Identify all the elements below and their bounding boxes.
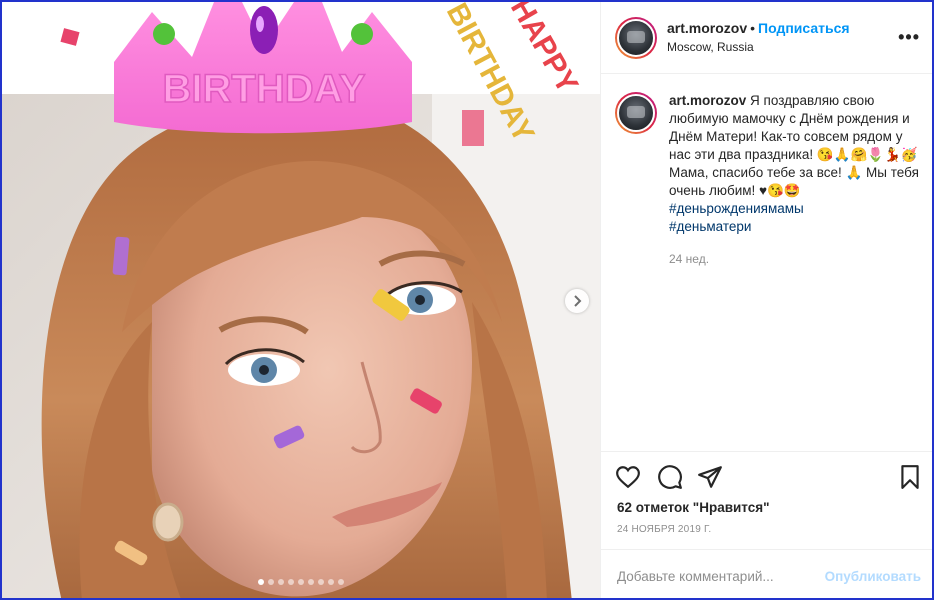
carousel-dot <box>338 579 344 585</box>
post-side-panel: art.morozov • Подписаться Moscow, Russia •… <box>600 2 932 598</box>
avatar[interactable] <box>615 16 657 59</box>
caption-body: art.morozov Я поздравляю свою любимую ма… <box>669 92 921 268</box>
carousel-dot <box>278 579 284 585</box>
hashtag-link[interactable]: #деньрождениямамы <box>669 200 921 218</box>
carousel-indicator <box>2 579 600 585</box>
action-bar <box>601 452 932 504</box>
engagement-section: 62 отметок "Нравится" 24 НОЯБРЯ 2019 Г. <box>601 451 932 535</box>
carousel-dot <box>268 579 274 585</box>
publish-button[interactable]: Опубликовать <box>825 569 921 584</box>
paper-plane-icon[interactable] <box>697 464 723 490</box>
hashtag-link[interactable]: #деньматери <box>669 218 921 236</box>
next-slide-button[interactable] <box>565 289 589 313</box>
caption-avatar[interactable] <box>615 92 657 134</box>
username-link[interactable]: art.morozov <box>667 20 747 36</box>
caption-text: Я поздравляю свою любимую мамочку с Днём… <box>669 93 919 198</box>
instagram-post-window: BIRTHDAY HAPPY BIRTHDAY art.morozov • Подп… <box>0 0 934 600</box>
more-options-icon[interactable]: ••• <box>898 28 920 46</box>
carousel-dot <box>308 579 314 585</box>
carousel-dot <box>258 579 264 585</box>
location-link[interactable]: Moscow, Russia <box>667 40 850 55</box>
post-caption: art.morozov Я поздравляю свою любимую ма… <box>615 92 925 268</box>
carousel-dot <box>328 579 334 585</box>
carousel-dot <box>318 579 324 585</box>
comment-bar: Опубликовать <box>601 549 932 598</box>
bookmark-icon[interactable] <box>897 464 923 490</box>
follow-button[interactable]: Подписаться <box>758 20 850 36</box>
carousel-dot <box>298 579 304 585</box>
carousel-dot <box>288 579 294 585</box>
crown-text: BIRTHDAY <box>163 67 366 111</box>
post-age: 24 нед. <box>669 252 710 266</box>
heart-icon[interactable] <box>615 464 641 490</box>
caption-username[interactable]: art.morozov <box>669 93 746 108</box>
post-header: art.morozov • Подписаться Moscow, Russia •… <box>601 2 932 74</box>
speech-bubble-icon[interactable] <box>657 464 683 490</box>
post-date: 24 НОЯБРЯ 2019 Г. <box>617 524 712 535</box>
post-photo: BIRTHDAY HAPPY BIRTHDAY <box>2 2 600 598</box>
avatar-image <box>617 18 655 57</box>
post-media[interactable]: BIRTHDAY HAPPY BIRTHDAY <box>2 2 600 598</box>
like-count[interactable]: 62 отметок "Нравится" <box>617 500 770 515</box>
separator-dot: • <box>750 20 756 37</box>
chevron-right-icon <box>574 295 582 307</box>
avatar-image <box>617 94 655 132</box>
comment-input[interactable] <box>617 568 825 584</box>
header-text: art.morozov • Подписаться Moscow, Russia <box>667 20 850 55</box>
